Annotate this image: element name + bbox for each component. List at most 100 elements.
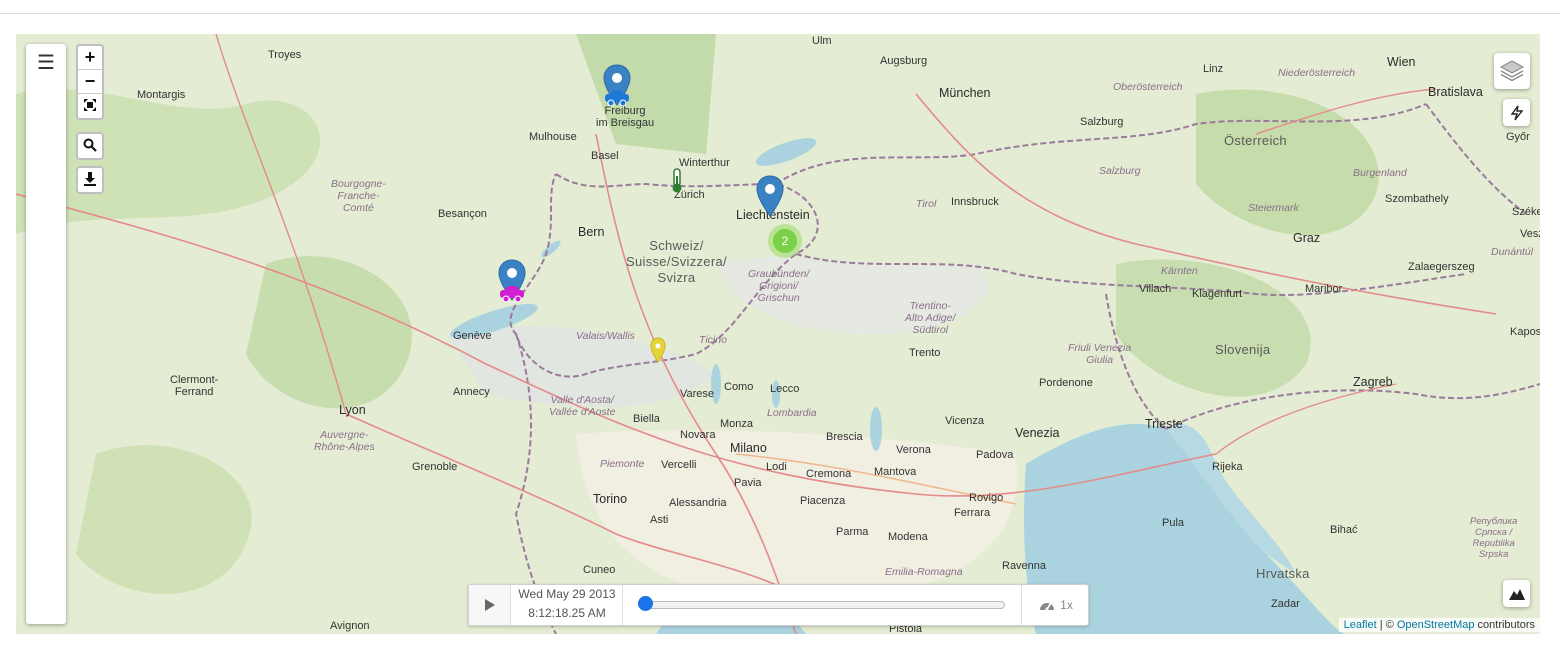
map-label-grenoble: Grenoble <box>412 461 458 473</box>
map-label-auvergne: Auvergne- Rhône-Alpes <box>314 429 375 453</box>
map-label-niederosterreich: Niederösterreich <box>1278 67 1356 79</box>
download-button[interactable] <box>78 168 102 192</box>
page-divider <box>0 13 1560 14</box>
map-label-slovenija: Slovenija <box>1215 342 1271 357</box>
map-label-innsbruck: Innsbruck <box>951 196 999 208</box>
map-label-graubunden: Graubünden/ Grigioni/ Grischun <box>748 268 810 304</box>
map-label-zadar: Zadar <box>1271 598 1300 610</box>
search-icon <box>83 138 97 152</box>
timeline-slider-thumb[interactable] <box>638 596 653 611</box>
map-label-cremona: Cremona <box>806 468 852 480</box>
map-label-torino: Torino <box>593 492 628 506</box>
mountain-icon <box>1508 588 1525 600</box>
vehicle-magenta[interactable] <box>497 285 527 308</box>
pin-yellow[interactable] <box>650 337 666 368</box>
map-attribution: Leaflet | © OpenStreetMap contributors <box>1338 618 1540 632</box>
zoom-out-button[interactable]: − <box>78 70 102 94</box>
map-label-salzburg-region: Salzburg <box>1099 165 1141 177</box>
map-label-schweiz: Schweiz/ Suisse/Svizzera/ Svizra <box>626 238 727 285</box>
map-label-valais: Valais/Wallis <box>576 330 635 342</box>
map-label-bratislava: Bratislava <box>1428 85 1483 99</box>
play-icon <box>484 599 495 611</box>
map-label-munchen: München <box>939 86 991 100</box>
map-label-verona: Verona <box>896 444 931 456</box>
map-label-ulm: Ulm <box>812 35 832 47</box>
sensor-thermometer[interactable] <box>670 168 684 199</box>
map-label-padova: Padova <box>976 449 1014 461</box>
search-button[interactable] <box>78 134 102 158</box>
map-label-varese: Varese <box>680 388 715 400</box>
map-label-trento: Trento <box>909 347 941 359</box>
map-label-zalaegerszeg: Zalaegerszeg <box>1408 261 1475 273</box>
timeline-slider-track[interactable] <box>641 601 1005 609</box>
play-button[interactable] <box>469 585 511 625</box>
map-pin-liechtenstein[interactable] <box>756 175 784 222</box>
openstreetmap-link[interactable]: OpenStreetMap <box>1397 619 1475 631</box>
map-label-oberosterreich: Oberösterreich <box>1113 81 1183 93</box>
map-label-vercelli: Vercelli <box>661 459 697 471</box>
vehicle-blue[interactable] <box>602 89 632 112</box>
map-label-geneve: Genève <box>453 330 492 342</box>
map-label-modena: Modena <box>888 531 928 543</box>
map-label-szombathely: Szombathely <box>1385 193 1449 205</box>
map-label-venezia: Venezia <box>1015 426 1060 440</box>
map-label-brescia: Brescia <box>826 431 863 443</box>
map-tiles <box>16 34 1540 634</box>
map-label-pavia: Pavia <box>734 477 762 489</box>
map-label-lombardia: Lombardia <box>767 407 817 419</box>
map-label-mulhouse: Mulhouse <box>529 131 577 143</box>
attribution-separator: | © <box>1376 619 1397 631</box>
locate-button[interactable] <box>1503 99 1530 126</box>
map-label-trieste: Trieste <box>1145 417 1183 431</box>
map-label-pordenone: Pordenone <box>1039 377 1093 389</box>
map-label-lyon: Lyon <box>339 403 366 417</box>
map-label-parma: Parma <box>836 526 869 538</box>
map-label-mantova: Mantova <box>874 466 917 478</box>
map-label-zagreb: Zagreb <box>1353 375 1393 389</box>
map-label-dunantul: Dunántúl <box>1491 246 1534 258</box>
map-label-kaposv: Kaposv <box>1510 326 1540 338</box>
speed-control[interactable]: 1x <box>1021 585 1089 625</box>
map-label-monza: Monza <box>720 418 754 430</box>
fullscreen-button[interactable] <box>78 94 102 118</box>
cluster-count: 2 <box>773 229 797 253</box>
leaflet-link[interactable]: Leaflet <box>1344 619 1377 631</box>
map-label-piemonte: Piemonte <box>600 458 645 470</box>
map-label-rijeka: Rijeka <box>1212 461 1243 473</box>
map-label-alessandria: Alessandria <box>669 497 727 509</box>
map-label-ravenna: Ravenna <box>1002 560 1047 572</box>
map-label-bern: Bern <box>578 225 605 239</box>
timestamp-display: Wed May 29 2013 8:12:18.25 AM <box>512 585 623 625</box>
download-icon <box>84 172 96 186</box>
map-label-steiermark: Steiermark <box>1248 202 1299 214</box>
zoom-in-button[interactable]: + <box>78 46 102 70</box>
map-label-pula: Pula <box>1162 517 1185 529</box>
map-label-linz: Linz <box>1203 63 1224 75</box>
map-canvas[interactable]: Troyes Montargis Mulhouse Basel Freiburg… <box>16 34 1540 634</box>
map-label-maribor: Maribor <box>1305 283 1343 295</box>
layers-button[interactable] <box>1494 53 1530 89</box>
map-label-villach: Villach <box>1139 283 1172 295</box>
map-label-montargis: Montargis <box>137 89 186 101</box>
map-label-basel: Basel <box>591 150 619 162</box>
zoom-control: + − <box>76 44 104 120</box>
sidebar-panel: ☰ <box>26 44 66 624</box>
playback-control: Wed May 29 2013 8:12:18.25 AM 1x <box>468 584 1089 626</box>
flash-icon <box>1510 105 1523 120</box>
map-marker-icon <box>756 175 784 217</box>
marker-cluster[interactable]: 2 <box>768 224 802 258</box>
map-label-biella: Biella <box>633 413 660 425</box>
attribution-contributors: contributors <box>1474 619 1535 631</box>
map-label-besancon: Besançon <box>438 208 487 220</box>
search-control <box>76 132 104 160</box>
thermometer-icon <box>672 168 682 193</box>
map-label-vesz: Vesz <box>1520 228 1540 240</box>
map-label-salzburg-city: Salzburg <box>1080 116 1124 128</box>
map-label-milano: Milano <box>730 441 767 455</box>
map-label-lecco: Lecco <box>770 383 800 395</box>
map-label-como: Como <box>724 381 754 393</box>
elevation-button[interactable] <box>1503 580 1530 607</box>
map-label-avignon: Avignon <box>330 620 370 632</box>
car-icon <box>500 286 524 303</box>
menu-icon[interactable]: ☰ <box>34 52 58 76</box>
